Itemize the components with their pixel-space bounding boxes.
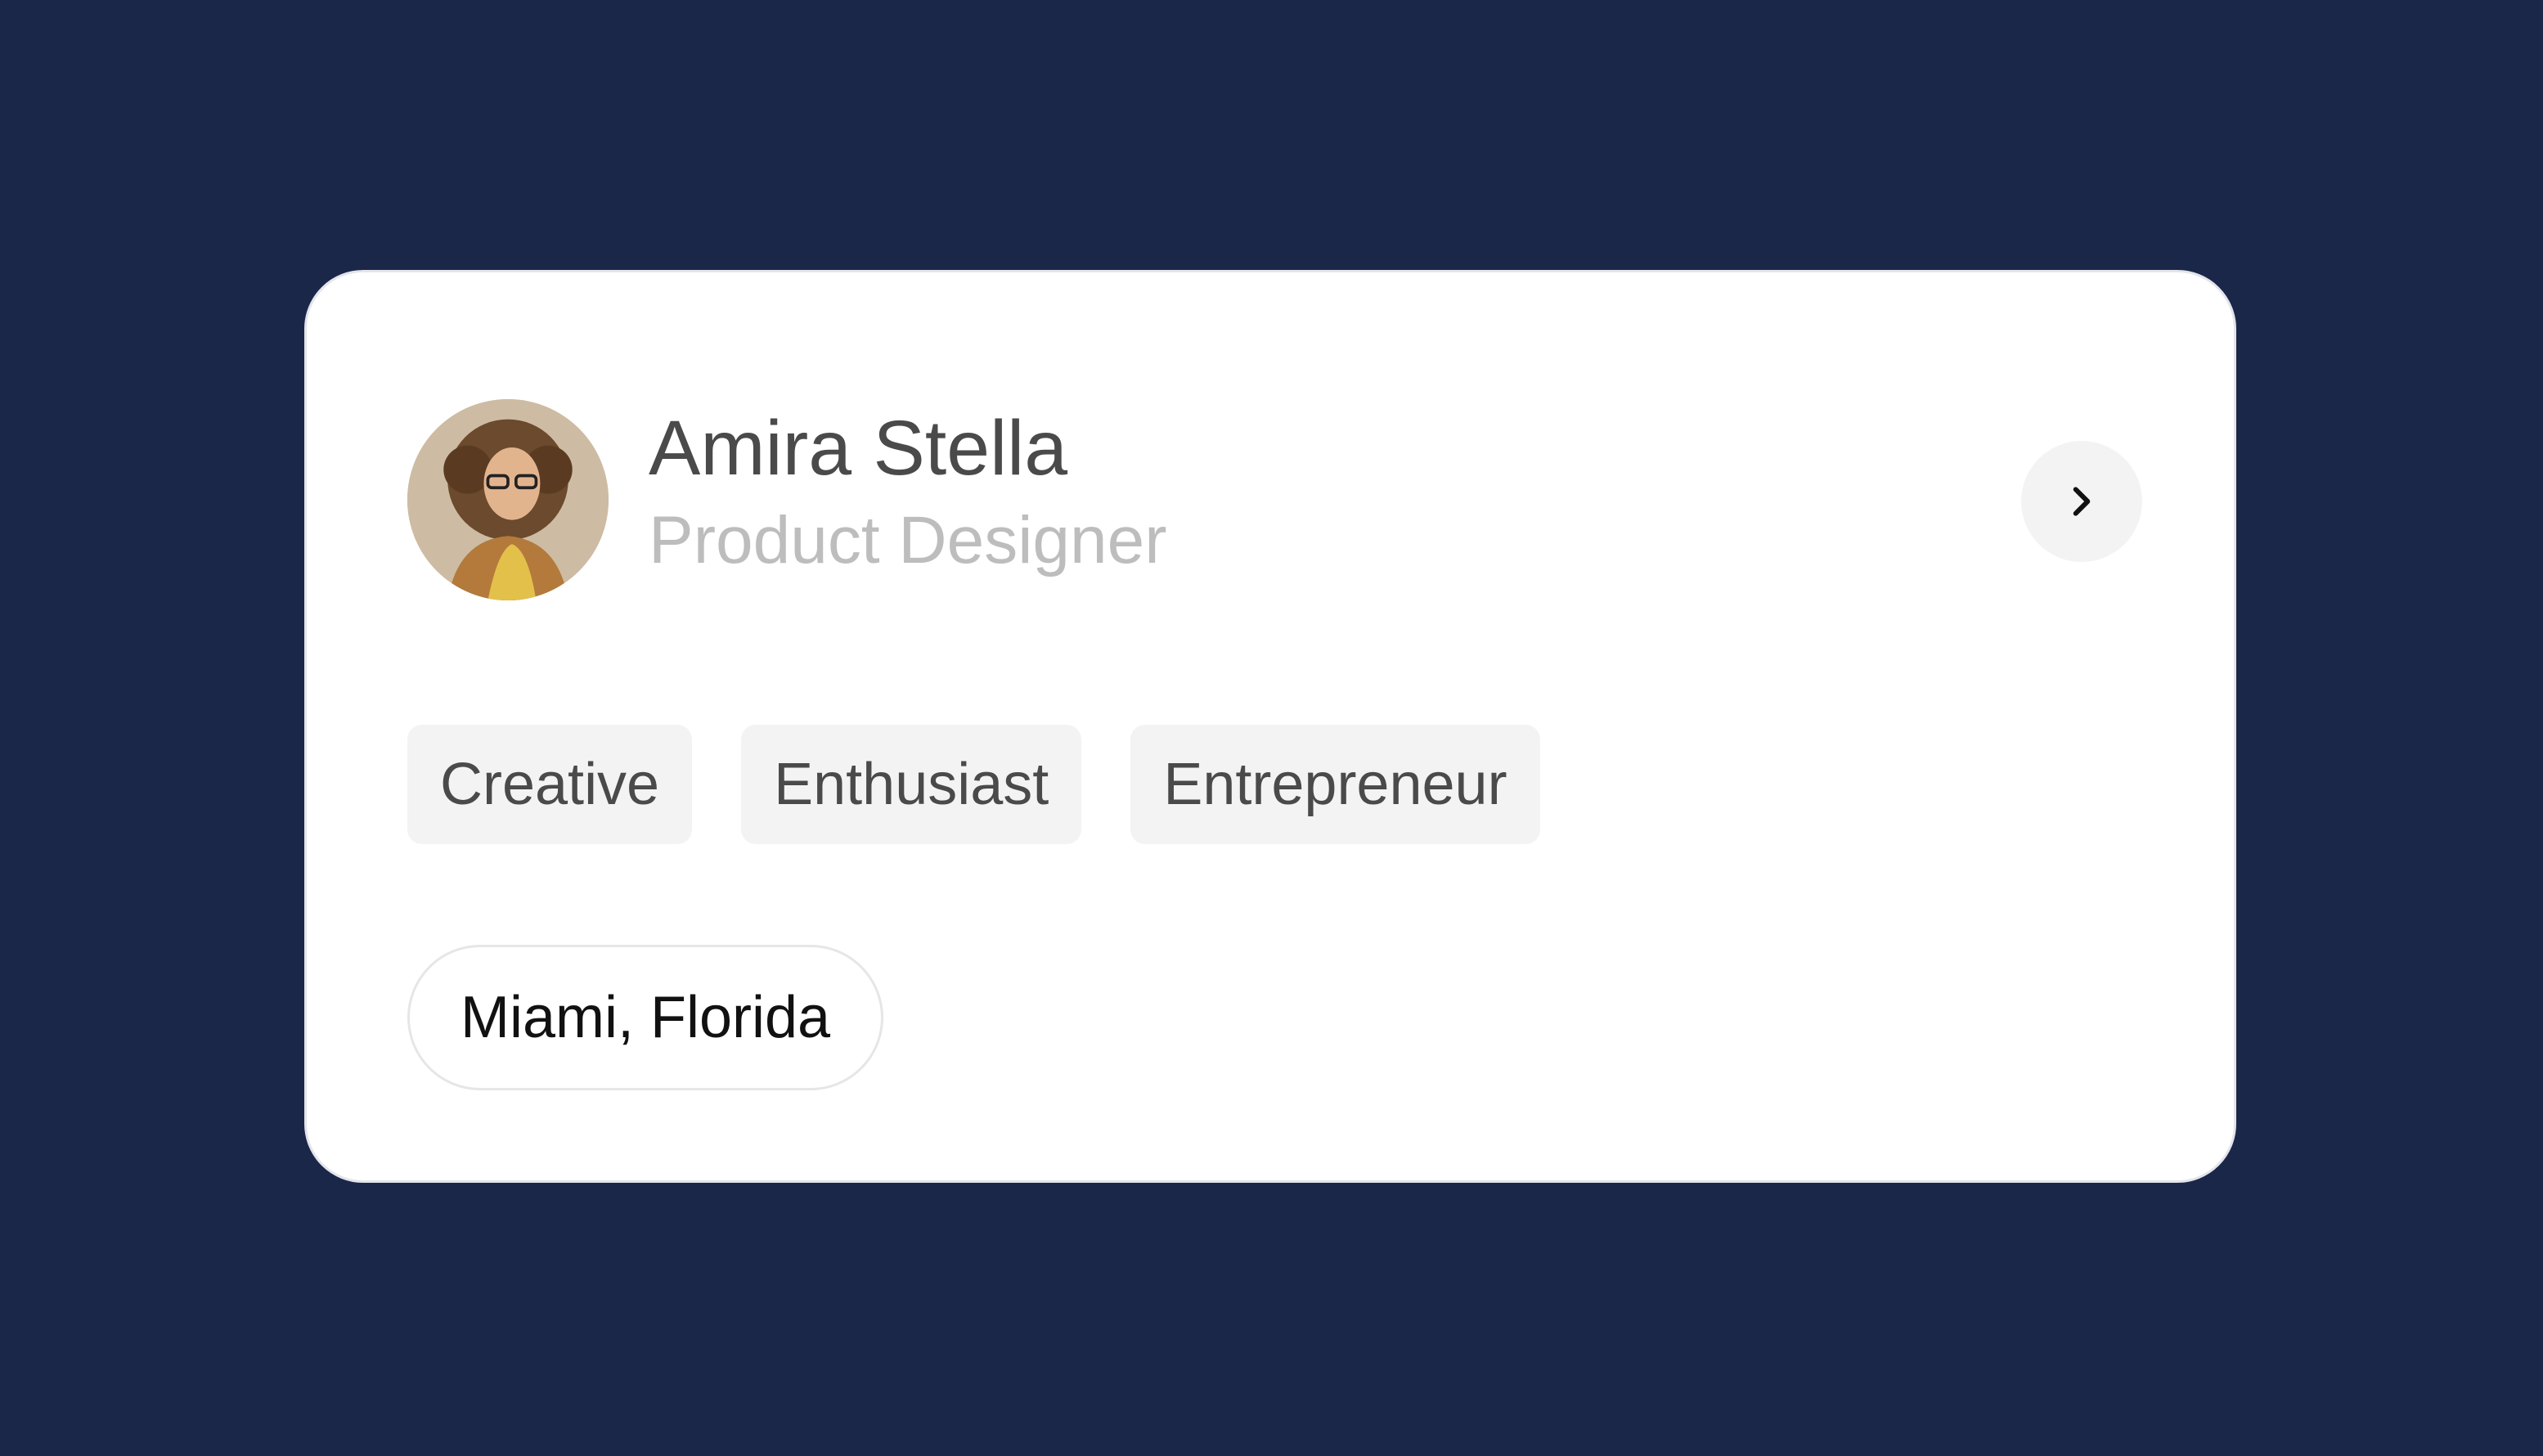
profile-name: Amira Stella: [649, 405, 1068, 492]
avatar[interactable]: [407, 399, 609, 600]
next-button[interactable]: [2021, 441, 2142, 562]
tag-entrepreneur[interactable]: Entrepreneur: [1130, 725, 1540, 844]
tag-creative[interactable]: Creative: [407, 725, 693, 844]
chevron-right-icon: [2073, 487, 2091, 516]
profile-role: Product Designer: [649, 503, 1167, 577]
profile-card: Amira Stella Product Designer Creative E…: [304, 270, 2236, 1183]
tag-list: Creative Enthusiast Entrepreneur: [407, 725, 1540, 844]
tag-enthusiast[interactable]: Enthusiast: [741, 725, 1082, 844]
avatar-photo: [407, 399, 609, 600]
location-pill[interactable]: Miami, Florida: [407, 945, 884, 1090]
